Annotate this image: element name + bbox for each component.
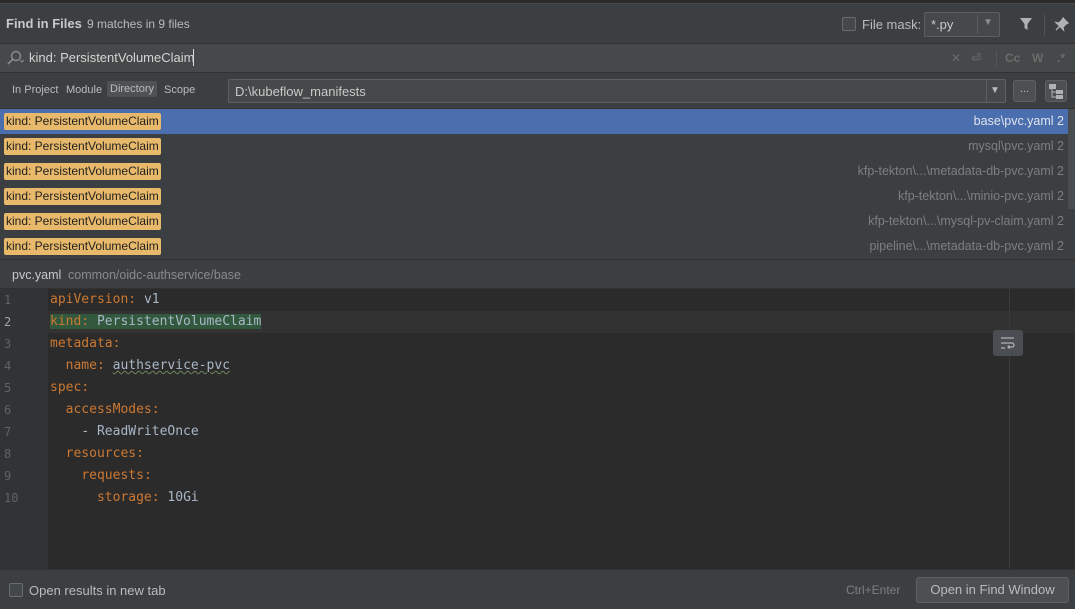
whole-words-toggle[interactable]: W: [1032, 51, 1043, 65]
results-list: kind: PersistentVolumeClaim base\pvc.yam…: [0, 109, 1075, 259]
line-number: 8: [4, 447, 12, 461]
result-row[interactable]: kind: PersistentVolumeClaim pipeline\...…: [0, 234, 1068, 259]
match-case-toggle[interactable]: Cc: [1005, 51, 1020, 65]
result-path: pipeline\...\metadata-db-pvc.yaml 2: [869, 239, 1064, 253]
result-row[interactable]: kind: PersistentVolumeClaim kfp-tekton\.…: [0, 184, 1068, 209]
match-count: 9 matches in 9 files: [87, 17, 190, 31]
yaml-key: name: [65, 358, 97, 373]
folder-tree-icon: [1049, 84, 1063, 99]
clear-icon[interactable]: ✕: [951, 51, 961, 65]
yaml-value: PersistentVolumeClaim: [96, 314, 262, 329]
scope-custom[interactable]: Scope: [164, 84, 195, 96]
result-row[interactable]: kind: PersistentVolumeClaim kfp-tekton\.…: [0, 159, 1068, 184]
line-number: 7: [4, 425, 12, 439]
code-line: resources:: [65, 446, 144, 461]
open-in-find-window-button[interactable]: Open in Find Window: [916, 577, 1069, 603]
result-path: kfp-tekton\...\mysql-pv-claim.yaml 2: [868, 214, 1064, 228]
result-match: kind: PersistentVolumeClaim: [4, 238, 161, 255]
dialog-title: Find in Files: [6, 16, 82, 31]
soft-wrap-button[interactable]: [993, 330, 1023, 356]
result-match: kind: PersistentVolumeClaim: [4, 113, 161, 130]
search-options-divider: [996, 50, 997, 67]
chevron-down-icon[interactable]: ▼: [990, 85, 1000, 96]
combo-separator: [977, 15, 978, 34]
soft-wrap-icon: [1001, 337, 1015, 349]
regex-toggle[interactable]: .*: [1057, 51, 1065, 65]
line-number: 10: [4, 491, 19, 505]
yaml-key: spec: [50, 380, 82, 395]
yaml-key: kind: [50, 314, 82, 329]
header-divider: [1044, 15, 1045, 35]
result-row[interactable]: kind: PersistentVolumeClaim base\pvc.yam…: [0, 109, 1068, 134]
directory-path: D:\kubeflow_manifests: [235, 84, 366, 99]
dialog-header: Find in Files 9 matches in 9 files File …: [0, 4, 1075, 44]
filter-icon[interactable]: [1017, 15, 1035, 33]
open-new-tab-checkbox[interactable]: [9, 583, 23, 597]
code-line: apiVersion: v1: [50, 292, 160, 307]
code-line: storage: 10Gi: [96, 490, 199, 505]
shortcut-hint: Ctrl+Enter: [846, 583, 901, 597]
directory-combo[interactable]: D:\kubeflow_manifests ▼: [228, 79, 1006, 103]
dialog-footer: Open results in new tab Ctrl+Enter Open …: [0, 569, 1075, 609]
yaml-key: metadata: [50, 336, 113, 351]
result-path: kfp-tekton\...\minio-pvc.yaml 2: [897, 189, 1064, 203]
preview-header: pvc.yaml common/oidc-authservice/base: [0, 259, 1075, 289]
code-line: spec:: [50, 380, 90, 395]
results-scrollbar[interactable]: [1068, 109, 1075, 209]
preview-file-path: common/oidc-authservice/base: [68, 268, 241, 282]
text-caret: [193, 49, 194, 66]
file-mask-value: *.py: [931, 17, 954, 32]
new-line-icon[interactable]: ⏎: [971, 51, 981, 65]
yaml-key: storage: [96, 490, 152, 505]
scope-directory[interactable]: Directory: [107, 81, 158, 97]
line-number: 4: [4, 359, 12, 373]
search-icon[interactable]: [6, 50, 25, 69]
result-row[interactable]: kind: PersistentVolumeClaim kfp-tekton\.…: [0, 209, 1068, 234]
result-path: base\pvc.yaml 2: [973, 114, 1064, 128]
code-line: kind: PersistentVolumeClaim: [50, 314, 262, 329]
code-line: - ReadWriteOnce: [50, 421, 199, 443]
line-number: 2: [4, 315, 12, 329]
code-line: accessModes:: [65, 402, 160, 417]
file-mask-label: File mask:: [862, 17, 922, 32]
result-match: kind: PersistentVolumeClaim: [4, 138, 161, 155]
result-match: kind: PersistentVolumeClaim: [4, 213, 161, 230]
browse-button[interactable]: ...: [1013, 80, 1036, 102]
combo-separator: [986, 80, 987, 102]
result-match: kind: PersistentVolumeClaim: [4, 188, 161, 205]
yaml-value: - ReadWriteOnce: [81, 424, 199, 439]
scope-bar: In Project Module Directory Scope D:\kub…: [0, 73, 1075, 109]
result-row[interactable]: kind: PersistentVolumeClaim mysql\pvc.ya…: [0, 134, 1068, 159]
yaml-value: authservice-pvc: [112, 358, 231, 373]
yaml-key: requests: [81, 468, 144, 483]
scope-in-project[interactable]: In Project: [12, 84, 58, 96]
code-line: requests:: [81, 468, 152, 483]
pin-icon[interactable]: [1052, 15, 1070, 33]
result-path: kfp-tekton\...\metadata-db-pvc.yaml 2: [857, 164, 1064, 178]
chevron-down-icon: ▼: [983, 17, 993, 28]
yaml-value: 10Gi: [167, 490, 199, 505]
line-number: 6: [4, 403, 12, 417]
result-path: mysql\pvc.yaml 2: [968, 139, 1064, 153]
line-number: 5: [4, 381, 12, 395]
recursive-toggle-button[interactable]: [1045, 80, 1067, 102]
code-preview[interactable]: 1 apiVersion: v1 2 kind: PersistentVolumeCl…: [0, 289, 1075, 569]
search-input[interactable]: kind: PersistentVolumeClaim: [29, 50, 194, 65]
file-mask-checkbox[interactable]: [842, 17, 856, 31]
code-line: name: authservice-pvc: [65, 358, 231, 373]
yaml-key: apiVersion: [50, 292, 129, 307]
open-new-tab-label: Open results in new tab: [29, 583, 166, 598]
yaml-key: accessModes: [65, 402, 152, 417]
yaml-key: resources: [65, 446, 137, 461]
line-number: 9: [4, 469, 12, 483]
yaml-value: v1: [143, 292, 160, 307]
scope-module[interactable]: Module: [66, 84, 102, 96]
line-number: 1: [4, 293, 12, 307]
line-number: 3: [4, 337, 12, 351]
preview-file-name: pvc.yaml: [12, 268, 62, 282]
result-match: kind: PersistentVolumeClaim: [4, 163, 161, 180]
file-mask-combo[interactable]: *.py ▼: [924, 12, 1000, 37]
code-line: metadata:: [50, 336, 121, 351]
search-field[interactable]: kind: PersistentVolumeClaim ✕ ⏎ Cc W .*: [0, 44, 1075, 73]
